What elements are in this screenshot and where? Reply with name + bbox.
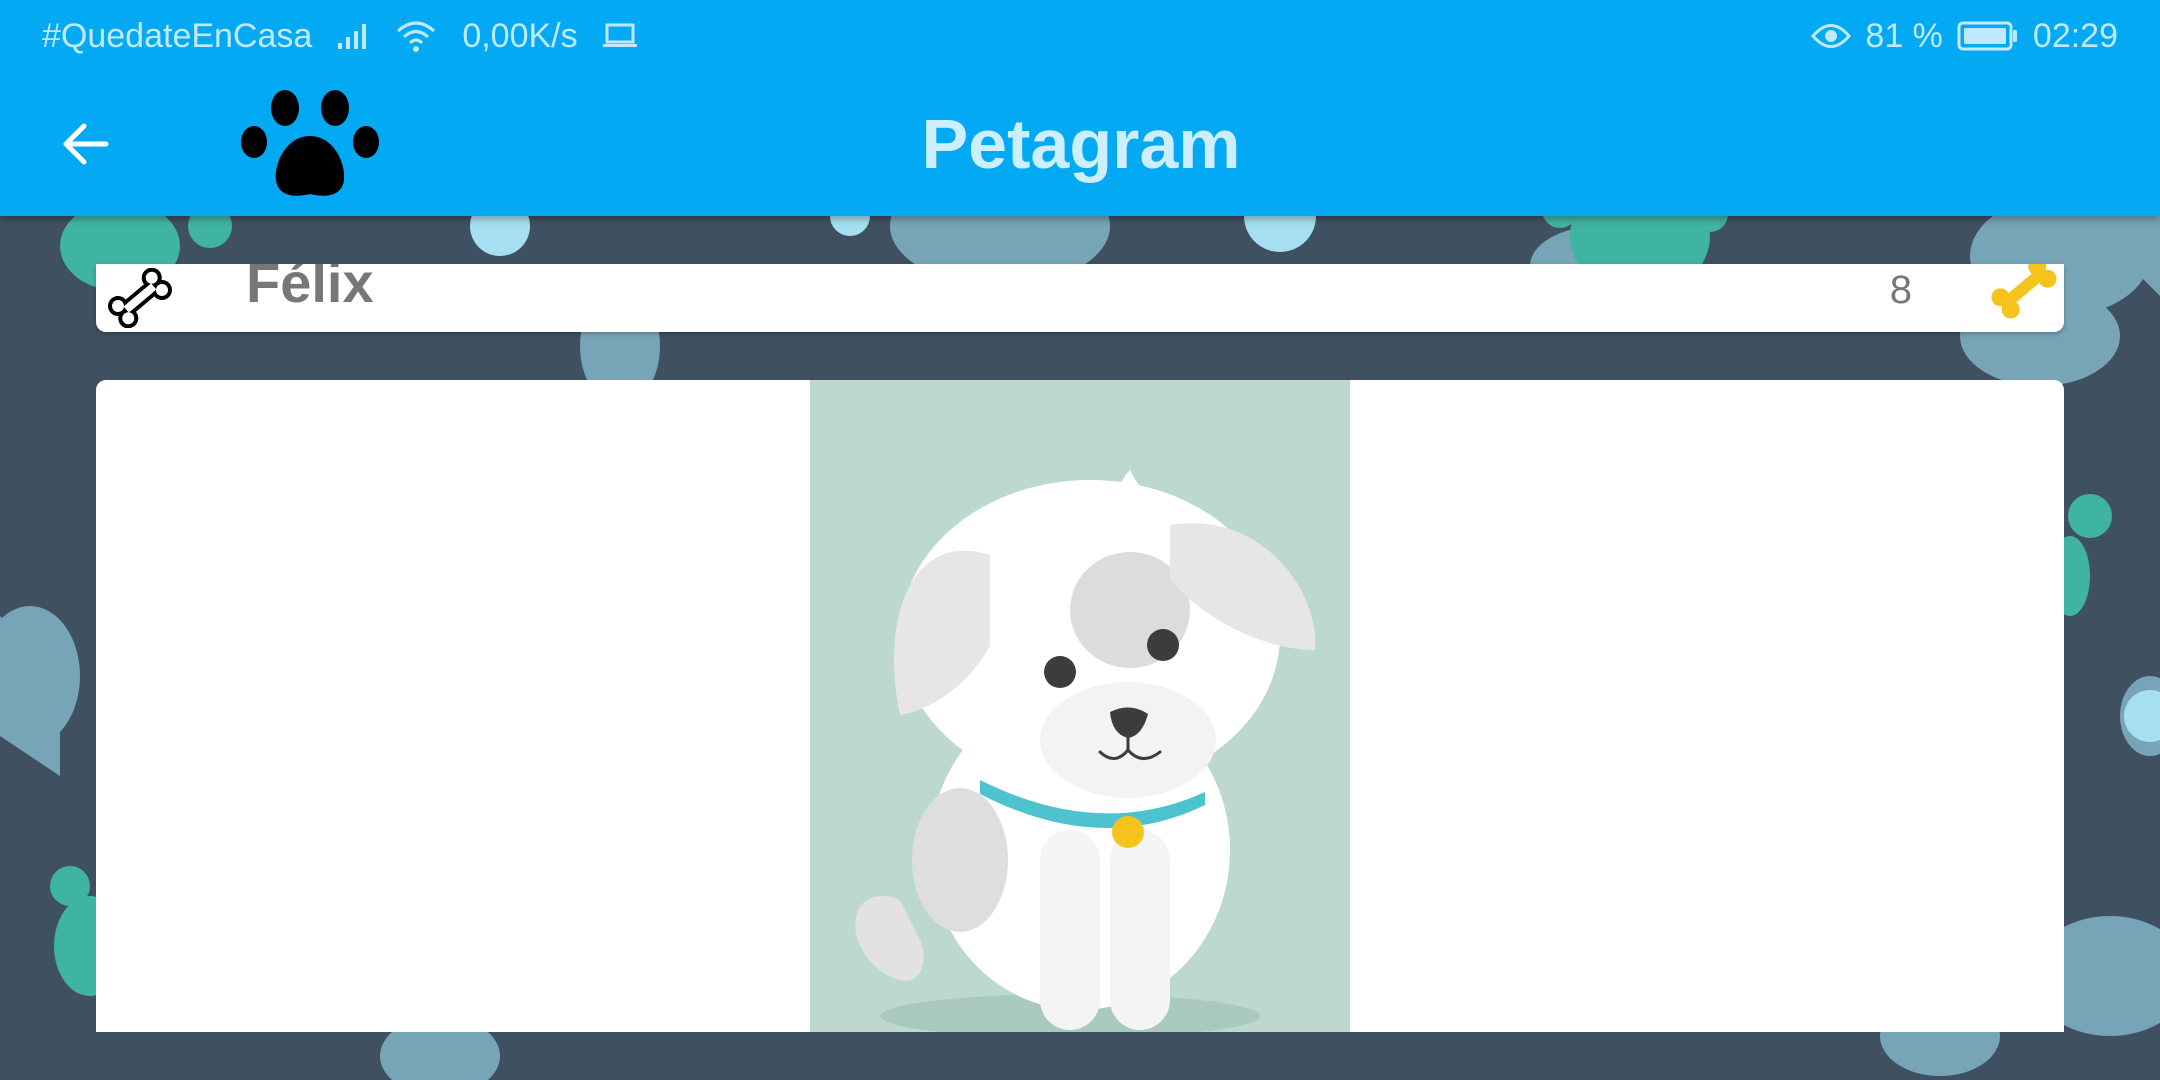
app-title: Petagram	[921, 105, 1241, 183]
battery-percent: 81 %	[1865, 16, 1943, 55]
like-count: 8	[1889, 268, 1912, 312]
pet-name: Félix	[246, 264, 374, 314]
pet-header-card: Félix 8	[96, 264, 2064, 332]
clock: 02:29	[2032, 16, 2118, 55]
eye-icon	[1811, 21, 1852, 51]
gold-bone-icon[interactable]	[1986, 264, 2062, 320]
pet-photo[interactable]	[810, 380, 1350, 1032]
pet-photo-card[interactable]	[96, 380, 2064, 1032]
signal-icon	[336, 21, 370, 51]
battery-icon	[1957, 20, 2019, 52]
network-speed: 0,00K/s	[462, 16, 578, 55]
puppy-illustration	[855, 470, 1316, 1032]
status-bar: #QuedateEnCasa 0,00K/s 81 % 02:29	[0, 0, 2160, 72]
status-hashtag: #QuedateEnCasa	[42, 16, 313, 55]
wifi-icon	[394, 19, 438, 53]
app-toolbar: Petagram	[0, 72, 2160, 216]
laptop-icon	[602, 22, 638, 50]
bone-icon	[108, 268, 172, 328]
